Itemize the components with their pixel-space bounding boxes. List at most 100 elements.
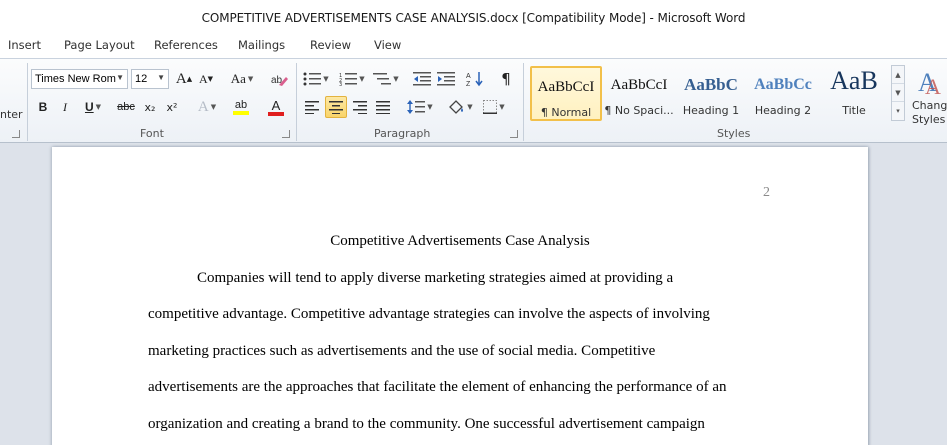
chevron-down-icon: ▼ bbox=[116, 73, 124, 82]
change-case-icon: Aa bbox=[230, 71, 246, 86]
font-dialog-launcher-icon[interactable] bbox=[282, 130, 290, 138]
shrink-font-button[interactable]: A ▼ bbox=[196, 69, 216, 89]
page-number: 2 bbox=[763, 185, 770, 200]
highlight-button[interactable]: ab bbox=[226, 97, 256, 117]
underline-icon: U bbox=[84, 100, 94, 114]
document-line: marketing practices such as advertisemen… bbox=[148, 343, 656, 359]
svg-text:A: A bbox=[466, 73, 471, 80]
tab-insert[interactable]: Insert bbox=[8, 38, 41, 52]
increase-indent-icon bbox=[437, 72, 455, 86]
styles-gallery-scroller[interactable]: ▲ ▼ ▾ bbox=[891, 65, 905, 121]
sort-button[interactable]: AZ bbox=[464, 69, 486, 89]
group-separator bbox=[296, 63, 297, 141]
bullets-icon bbox=[303, 72, 322, 86]
style-heading-2[interactable]: AaBbCc Heading 2 bbox=[747, 66, 819, 121]
justify-icon bbox=[376, 100, 390, 114]
align-center-button[interactable] bbox=[325, 96, 347, 118]
paint-bucket-icon bbox=[449, 100, 464, 114]
clipboard-launcher-icon[interactable] bbox=[12, 130, 20, 138]
sort-icon: AZ bbox=[466, 72, 483, 87]
paragraph-group-label: Paragraph bbox=[374, 127, 431, 140]
style-sample: AaBbCc bbox=[754, 76, 812, 93]
scroll-down-icon[interactable]: ▼ bbox=[892, 84, 904, 102]
style-name: ¶ No Spaci... bbox=[604, 104, 674, 117]
font-size-combo[interactable]: 12 ▼ bbox=[131, 69, 169, 89]
grow-font-icon: A bbox=[175, 70, 187, 87]
shading-button[interactable]: ▼ bbox=[446, 97, 474, 117]
bold-button[interactable]: B bbox=[34, 97, 52, 117]
title-bar: COMPETITIVE ADVERTISEMENTS CASE ANALYSIS… bbox=[0, 0, 947, 36]
multilevel-list-button[interactable]: ▼ bbox=[372, 69, 400, 89]
show-hide-marks-button[interactable]: ¶ bbox=[496, 69, 516, 89]
font-size-value: 12 bbox=[135, 73, 148, 85]
format-painter-button[interactable]: nter bbox=[0, 108, 23, 121]
change-styles-label-1: Chang bbox=[912, 99, 947, 112]
change-styles-icon: AA bbox=[918, 68, 941, 99]
font-color-icon: A bbox=[271, 97, 281, 113]
underline-button[interactable]: U ▼ bbox=[80, 97, 106, 117]
align-right-button[interactable] bbox=[350, 97, 370, 117]
styles-gallery: AaBbCcI ¶ Normal AaBbCcI ¶ No Spaci... A… bbox=[528, 63, 890, 123]
window-title: COMPETITIVE ADVERTISEMENTS CASE ANALYSIS… bbox=[201, 11, 746, 25]
font-color-button[interactable]: A bbox=[262, 97, 290, 117]
numbering-button[interactable]: 1 2 3 ▼ bbox=[338, 69, 366, 89]
document-area: 2 Competitive Advertisements Case Analys… bbox=[0, 143, 947, 445]
style-title[interactable]: AaB Title bbox=[818, 66, 890, 121]
font-color-swatch bbox=[268, 111, 284, 116]
justify-button[interactable] bbox=[373, 97, 393, 117]
style-heading-1[interactable]: AaBbC Heading 1 bbox=[675, 66, 747, 121]
clear-formatting-icon: ab bbox=[271, 75, 288, 86]
document-title: Competitive Advertisements Case Analysis bbox=[330, 233, 590, 249]
align-left-icon bbox=[305, 100, 319, 114]
line-spacing-icon bbox=[407, 100, 426, 114]
align-center-icon bbox=[329, 100, 343, 114]
tab-references[interactable]: References bbox=[154, 38, 218, 52]
chevron-down-icon: ▼ bbox=[157, 73, 165, 82]
highlight-color-swatch bbox=[233, 110, 249, 115]
clear-formatting-button[interactable]: ab bbox=[268, 69, 290, 89]
scroll-up-icon[interactable]: ▲ bbox=[892, 66, 904, 84]
style-normal[interactable]: AaBbCcI ¶ Normal bbox=[530, 66, 602, 121]
group-separator bbox=[523, 63, 524, 141]
style-no-spacing[interactable]: AaBbCcI ¶ No Spaci... bbox=[603, 66, 675, 121]
font-name-combo[interactable]: Times New Rom ▼ bbox=[31, 69, 128, 89]
ribbon: nter Times New Rom ▼ 12 ▼ A ▲ A ▼ Aa ▼ ab B… bbox=[0, 58, 947, 143]
multilevel-list-icon bbox=[373, 73, 392, 85]
tab-review[interactable]: Review bbox=[310, 38, 351, 52]
paragraph-dialog-launcher-icon[interactable] bbox=[510, 130, 518, 138]
superscript-button[interactable]: x² bbox=[162, 97, 182, 117]
numbering-icon: 123 bbox=[339, 73, 358, 86]
increase-indent-button[interactable] bbox=[436, 69, 456, 89]
document-line: advertisements are the approaches that f… bbox=[148, 379, 727, 395]
subscript-button[interactable]: x₂ bbox=[140, 97, 160, 117]
bullets-button[interactable]: ▼ bbox=[302, 69, 330, 89]
italic-button[interactable]: I bbox=[56, 97, 74, 117]
style-name: ¶ Normal bbox=[540, 106, 592, 119]
decrease-indent-button[interactable] bbox=[412, 69, 432, 89]
tab-view[interactable]: View bbox=[374, 38, 401, 52]
borders-button[interactable]: ▼ bbox=[480, 97, 508, 117]
strikethrough-button[interactable]: abc bbox=[114, 97, 138, 117]
more-styles-icon[interactable]: ▾ bbox=[892, 102, 904, 120]
tab-mailings[interactable]: Mailings bbox=[238, 38, 285, 52]
tab-page-layout[interactable]: Page Layout bbox=[64, 38, 135, 52]
document-line: competitive advantage. Competitive advan… bbox=[148, 306, 710, 322]
style-sample: AaBbC bbox=[684, 75, 738, 94]
line-spacing-button[interactable]: ▼ bbox=[406, 97, 434, 117]
document-line: Companies will tend to apply diverse mar… bbox=[197, 270, 674, 286]
change-case-button[interactable]: Aa ▼ bbox=[228, 69, 256, 89]
ribbon-tabs: Insert Page Layout References Mailings R… bbox=[0, 36, 947, 58]
document-line: organization and creating a brand to the… bbox=[148, 416, 705, 432]
text-effects-icon: A bbox=[197, 98, 209, 115]
document-page[interactable]: 2 Competitive Advertisements Case Analys… bbox=[52, 147, 868, 445]
group-separator bbox=[27, 63, 28, 141]
svg-text:Z: Z bbox=[466, 81, 471, 87]
grow-font-button[interactable]: A ▲ bbox=[174, 69, 194, 89]
highlighter-icon: ab bbox=[234, 98, 248, 111]
text-effects-button[interactable]: A ▼ bbox=[194, 97, 220, 117]
change-styles-button[interactable]: AA Chang Styles bbox=[910, 63, 947, 127]
svg-text:A: A bbox=[925, 74, 941, 99]
borders-icon bbox=[483, 100, 498, 114]
change-styles-label-2: Styles bbox=[912, 113, 946, 126]
align-left-button[interactable] bbox=[302, 97, 322, 117]
